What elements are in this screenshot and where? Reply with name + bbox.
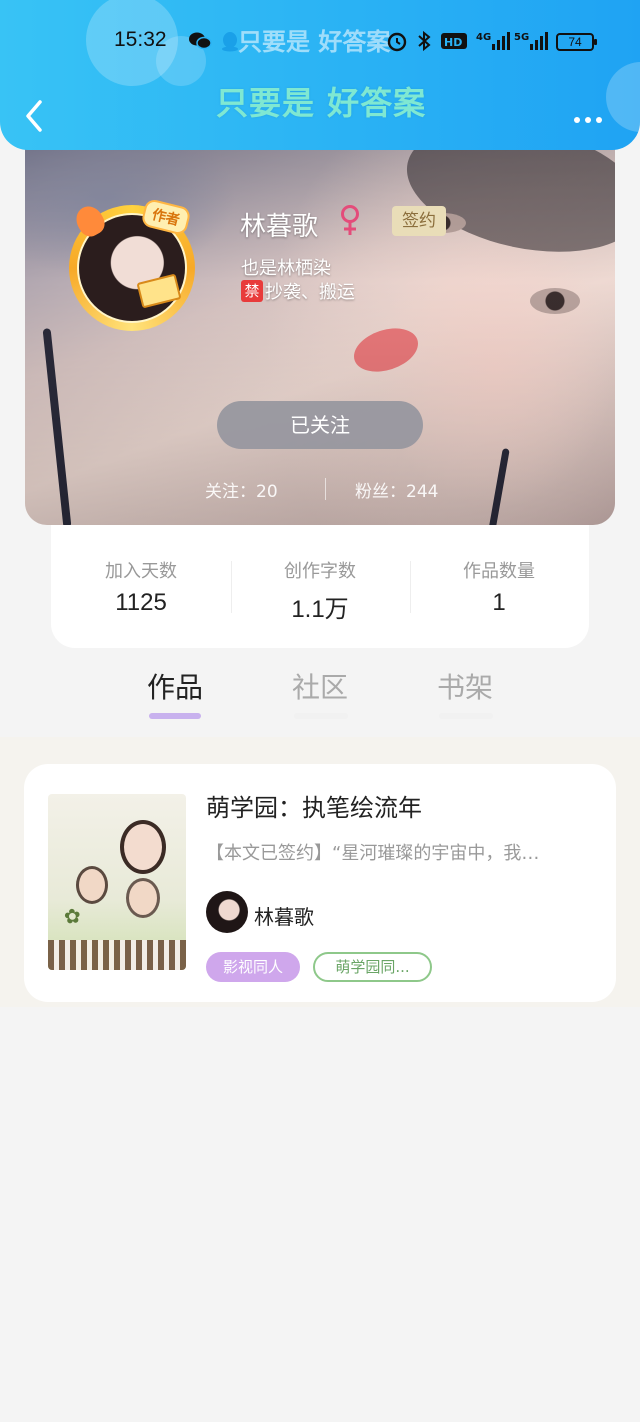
- more-icon: [596, 117, 602, 123]
- cover-art: [126, 878, 160, 918]
- stat-value: 1125: [115, 589, 167, 616]
- signal-5g-icon: 5G: [514, 32, 548, 50]
- more-button[interactable]: [574, 108, 614, 123]
- profile-hero: 作者 林暮歌 签约 也是林栖染 禁 抄袭、搬运 已关注 关注：20 粉丝：244: [25, 118, 615, 525]
- follow-button[interactable]: 已关注: [217, 401, 423, 449]
- book-cover[interactable]: ✿: [48, 794, 186, 970]
- female-icon: [341, 205, 359, 235]
- stat-word-count: 创作字数 1.1万: [230, 557, 410, 624]
- status-ghost-text: 只要是 好答案: [238, 28, 391, 56]
- app-header: 15:32 只要是 好答案 HD 4G 5G 74 只要是 好答案: [0, 0, 640, 150]
- cover-art: [120, 820, 166, 874]
- stats-card: 加入天数 1125 创作字数 1.1万 作品数量 1: [51, 525, 589, 648]
- stat-label: 作品数量: [463, 561, 535, 582]
- wechat-icon: [189, 32, 212, 50]
- tab-indicator: [294, 713, 348, 719]
- stat-works-count: 作品数量 1: [409, 557, 589, 617]
- following-count[interactable]: 关注：20: [205, 477, 278, 502]
- more-icon: [574, 117, 580, 123]
- work-author: 林暮歌: [254, 905, 314, 929]
- ban-text: 抄袭、搬运: [265, 282, 355, 303]
- stat-label: 创作字数: [284, 561, 356, 582]
- ban-badge: 禁: [241, 280, 263, 302]
- stat-join-days: 加入天数 1125: [51, 557, 231, 617]
- battery-icon: 74: [556, 33, 597, 51]
- alarm-icon: [387, 32, 407, 52]
- tab-indicator: [149, 713, 201, 719]
- tab-works[interactable]: 作品: [147, 666, 203, 706]
- signed-badge: 签约: [392, 206, 446, 236]
- cover-art: [76, 866, 108, 904]
- tag-category[interactable]: 影视同人: [206, 952, 300, 982]
- divider: [325, 478, 326, 500]
- fans-count[interactable]: 粉丝：244: [355, 477, 438, 502]
- work-description: 【本文已签约】“星河璀璨的宇宙中，我…: [206, 843, 540, 864]
- bluetooth-icon: [418, 30, 431, 52]
- cover-art: ✿: [62, 903, 82, 929]
- status-time: 15:32: [114, 28, 167, 51]
- profile-name: 林暮歌: [240, 212, 319, 242]
- stat-value: 1.1万: [291, 596, 349, 623]
- tag-fandom[interactable]: 萌学园同...: [313, 952, 432, 982]
- svg-text:HD: HD: [444, 36, 462, 49]
- signal-4g-icon: 4G: [476, 32, 510, 50]
- work-title[interactable]: 萌学园：执笔绘流年: [206, 788, 422, 823]
- svg-text:5G: 5G: [514, 32, 529, 43]
- author-avatar: [206, 891, 248, 933]
- more-icon: [585, 117, 591, 123]
- stat-value: 1: [492, 589, 506, 616]
- tab-community[interactable]: 社区: [292, 666, 348, 706]
- stat-label: 加入天数: [105, 561, 177, 582]
- work-card[interactable]: ✿ 萌学园：执笔绘流年 【本文已签约】“星河璀璨的宇宙中，我… 林暮歌 影视同人…: [24, 764, 616, 1002]
- page-title: 只要是 好答案: [216, 84, 427, 122]
- ban-notice: 禁 抄袭、搬运: [241, 279, 355, 303]
- back-button[interactable]: [20, 96, 52, 136]
- status-bar: 15:32 只要是 好答案 HD 4G 5G 74: [0, 26, 640, 58]
- tab-bookshelf[interactable]: 书架: [437, 666, 493, 706]
- qq-icon: [222, 32, 238, 52]
- profile-alias: 也是林栖染: [241, 258, 331, 279]
- cover-art: [48, 940, 186, 970]
- hd-icon: HD: [441, 33, 467, 49]
- svg-text:4G: 4G: [476, 32, 491, 43]
- tab-indicator: [439, 713, 493, 719]
